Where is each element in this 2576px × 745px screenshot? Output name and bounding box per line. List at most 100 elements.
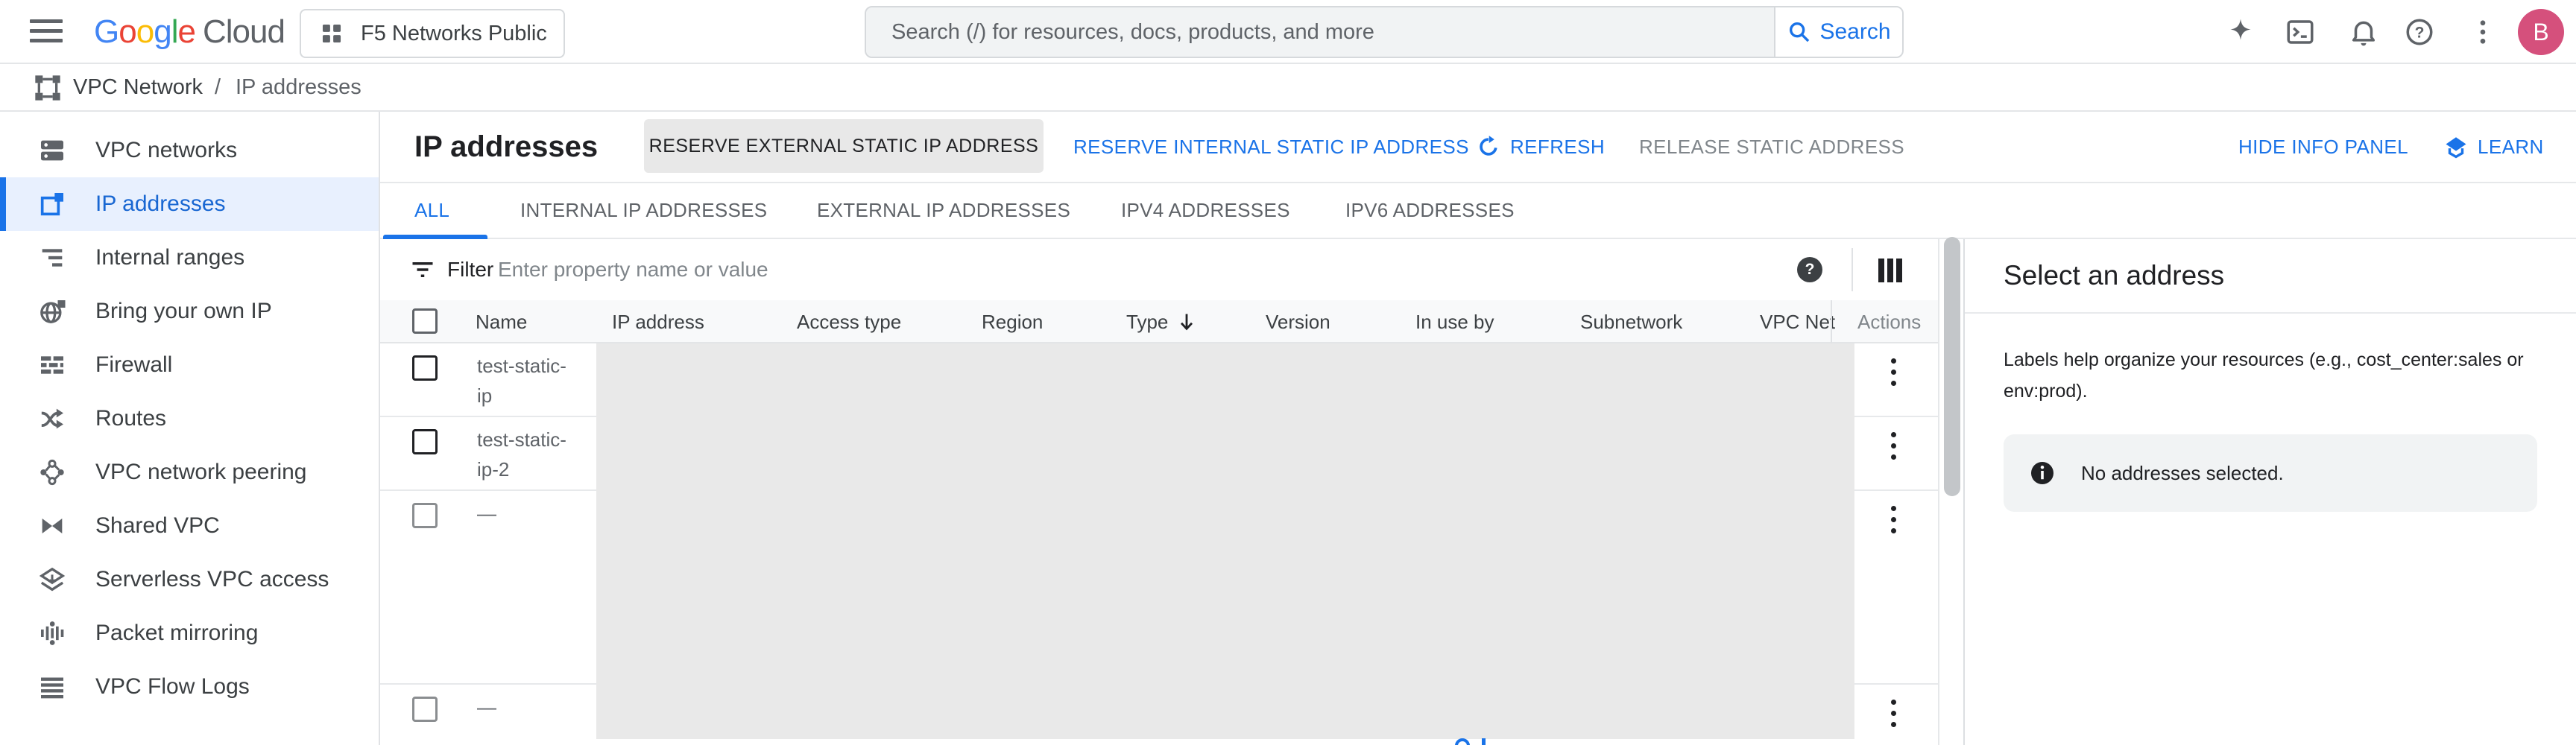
sidebar-item-label: Packet mirroring bbox=[95, 621, 258, 646]
avatar-letter: B bbox=[2533, 19, 2548, 46]
select-all-checkbox[interactable] bbox=[412, 308, 438, 334]
account-avatar[interactable]: B bbox=[2518, 9, 2564, 55]
menu-icon[interactable] bbox=[30, 19, 63, 45]
sidebar-item-packet-mirroring[interactable]: Packet mirroring bbox=[0, 606, 379, 660]
release-static-address-button: RELEASE STATIC ADDRESS bbox=[1639, 112, 1904, 182]
shared-vpc-icon bbox=[37, 511, 67, 541]
logo-letter: G bbox=[94, 13, 119, 50]
firewall-icon bbox=[37, 350, 67, 380]
logo-letter: e bbox=[177, 13, 195, 50]
sidebar-item-vpc-flow-logs[interactable]: VPC Flow Logs bbox=[0, 660, 379, 714]
sidebar-item-label: Firewall bbox=[95, 352, 172, 378]
info-panel-title-divider bbox=[1965, 312, 2576, 314]
filter-list-icon bbox=[409, 256, 436, 283]
reserve-internal-static-ip-button[interactable]: RESERVE INTERNAL STATIC IP ADDRESS bbox=[1073, 112, 1469, 182]
sidebar-item-internal-ranges[interactable]: Internal ranges bbox=[0, 231, 379, 285]
learn-button[interactable]: LEARN bbox=[2443, 112, 2544, 182]
logo-letter: o bbox=[136, 13, 154, 50]
sidebar-item-firewall[interactable]: Firewall bbox=[0, 338, 379, 392]
table-vertical-scrollbar[interactable] bbox=[1944, 237, 1960, 496]
no-selection-infobox: No addresses selected. bbox=[2004, 434, 2537, 512]
tab-internal-ip-addresses[interactable]: INTERNAL IP ADDRESSES bbox=[520, 183, 767, 238]
breadcrumb: VPC Network / IP addresses bbox=[0, 64, 2576, 112]
search-input[interactable] bbox=[866, 7, 1774, 57]
row-actions-menu-icon[interactable] bbox=[1882, 429, 1904, 462]
column-header-vpc-network[interactable]: VPC Net bbox=[1760, 300, 1835, 343]
row-actions-menu-icon[interactable] bbox=[1882, 503, 1904, 536]
notifications-bell-icon[interactable] bbox=[2348, 16, 2379, 48]
sidebar-item-routes[interactable]: Routes bbox=[0, 392, 379, 446]
info-icon bbox=[2029, 460, 2056, 486]
row-checkbox-disabled bbox=[412, 697, 438, 722]
sort-descending-icon[interactable] bbox=[1176, 311, 1197, 332]
filter-input[interactable] bbox=[498, 247, 1720, 293]
info-panel-title: Select an address bbox=[2004, 239, 2224, 312]
sidebar-item-shared-vpc[interactable]: Shared VPC bbox=[0, 499, 379, 553]
column-header-name[interactable]: Name bbox=[476, 300, 527, 343]
reserve-external-static-ip-button[interactable]: RESERVE EXTERNAL STATIC IP ADDRESS bbox=[644, 119, 1044, 173]
cloud-shell-icon[interactable] bbox=[2285, 16, 2316, 48]
row-actions-menu-icon[interactable] bbox=[1882, 697, 1904, 729]
redacted-table-data-region bbox=[596, 343, 1854, 739]
row-name: — bbox=[477, 692, 581, 722]
row-name: — bbox=[477, 498, 581, 528]
vpc-networks-icon bbox=[37, 136, 67, 165]
flow-logs-icon bbox=[37, 672, 67, 702]
sidebar-item-bring-your-own-ip[interactable]: Bring your own IP bbox=[0, 285, 379, 338]
tab-ipv4-addresses[interactable]: IPV4 ADDRESSES bbox=[1121, 183, 1290, 238]
google-cloud-logo[interactable]: GoogleCloud bbox=[94, 0, 285, 64]
info-panel-border bbox=[1963, 239, 1965, 745]
filter-label: Filter bbox=[447, 239, 493, 300]
column-header-version[interactable]: Version bbox=[1266, 300, 1330, 343]
network-peering-icon bbox=[37, 457, 67, 487]
ip-addresses-icon bbox=[37, 189, 67, 219]
sidebar-item-label: Shared VPC bbox=[95, 513, 220, 539]
sidebar-item-label: Internal ranges bbox=[95, 245, 244, 270]
tabs-divider bbox=[380, 238, 2576, 239]
column-header-type[interactable]: Type bbox=[1126, 300, 1168, 343]
filter-help-icon[interactable]: ? bbox=[1797, 257, 1822, 282]
clipped-blue-link-fragment bbox=[1453, 738, 1506, 745]
breadcrumb-current: IP addresses bbox=[236, 64, 362, 110]
internal-ranges-icon bbox=[37, 243, 67, 273]
column-header-region[interactable]: Region bbox=[982, 300, 1043, 343]
tab-external-ip-addresses[interactable]: EXTERNAL IP ADDRESSES bbox=[817, 183, 1070, 238]
gemini-sparkle-icon[interactable] bbox=[2225, 16, 2256, 48]
refresh-button[interactable]: REFRESH bbox=[1476, 112, 1605, 182]
help-icon[interactable]: ? bbox=[2404, 16, 2435, 48]
column-header-subnetwork[interactable]: Subnetwork bbox=[1580, 300, 1682, 343]
tab-ipv6-addresses[interactable]: IPV6 ADDRESSES bbox=[1345, 183, 1515, 238]
sidebar-item-label: VPC Flow Logs bbox=[95, 674, 250, 700]
sidebar-item-label: IP addresses bbox=[95, 191, 226, 217]
search-button[interactable]: Search bbox=[1774, 7, 1902, 57]
filter-row-divider bbox=[1852, 248, 1853, 291]
top-app-bar: GoogleCloud F5 Networks Public Search ? … bbox=[0, 0, 2576, 64]
column-header-access-type[interactable]: Access type bbox=[797, 300, 901, 343]
serverless-vpc-access-icon bbox=[37, 565, 67, 595]
sidebar-item-label: Routes bbox=[95, 406, 166, 431]
more-options-icon[interactable] bbox=[2467, 16, 2498, 48]
column-header-ip-address[interactable]: IP address bbox=[612, 300, 704, 343]
info-panel-description: Labels help organize your resources (e.g… bbox=[2004, 344, 2576, 407]
column-header-in-use-by[interactable]: In use by bbox=[1415, 300, 1494, 343]
hide-info-panel-button[interactable]: HIDE INFO PANEL bbox=[2238, 112, 2408, 182]
column-display-options-icon[interactable] bbox=[1878, 259, 1905, 282]
sidebar-item-vpc-networks[interactable]: VPC networks bbox=[0, 124, 379, 177]
vpc-network-icon bbox=[33, 73, 63, 103]
logo-letter: o bbox=[119, 13, 136, 50]
refresh-label: REFRESH bbox=[1510, 136, 1605, 159]
tab-all[interactable]: ALL bbox=[414, 183, 449, 238]
row-checkbox[interactable] bbox=[412, 355, 438, 381]
svg-text:?: ? bbox=[2415, 24, 2425, 41]
sidebar-item-label: VPC network peering bbox=[95, 460, 306, 485]
sidebar-item-ip-addresses[interactable]: IP addresses bbox=[0, 177, 379, 231]
search-icon bbox=[1787, 19, 1812, 45]
actions-column-divider bbox=[1831, 300, 1832, 343]
sidebar-item-label: Bring your own IP bbox=[95, 299, 272, 324]
row-actions-menu-icon[interactable] bbox=[1882, 355, 1904, 388]
sidebar-item-serverless-vpc-access[interactable]: Serverless VPC access bbox=[0, 553, 379, 606]
project-selector-button[interactable]: F5 Networks Public bbox=[300, 9, 565, 58]
row-checkbox[interactable] bbox=[412, 429, 438, 454]
sidebar-item-vpc-network-peering[interactable]: VPC network peering bbox=[0, 446, 379, 499]
breadcrumb-section[interactable]: VPC Network bbox=[73, 64, 203, 110]
